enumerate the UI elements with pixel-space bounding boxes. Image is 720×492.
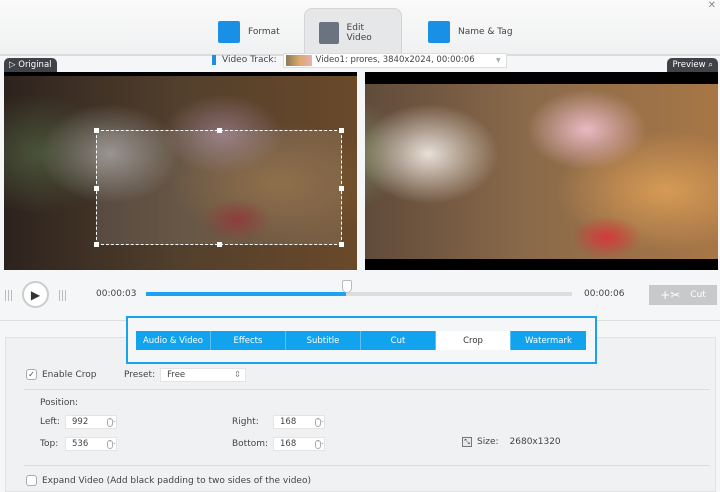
drag-handle-left[interactable] [5,290,14,301]
tab-audio-video[interactable]: Audio & Video [136,331,211,350]
right-input[interactable]: 168 ⌃⌄ [273,415,325,429]
drag-handle-right[interactable] [59,290,68,301]
tab-subtitle[interactable]: Subtitle [286,331,361,350]
enable-crop-checkbox[interactable]: ✓ [26,369,37,380]
format-icon [218,21,240,43]
video-track: Video Track: Video1: prores, 3840x2024, … [212,52,507,68]
expand-video-checkbox[interactable] [26,475,37,486]
left-value: 992 [72,417,89,427]
right-label: Right: [232,417,259,427]
divider [24,389,710,390]
preview-text: Preview [672,60,706,70]
crop-rectangle[interactable] [94,128,344,247]
bottom-value: 168 [280,439,297,449]
timeline-knob[interactable] [342,280,352,293]
edit-video-icon [319,21,339,44]
tab-label: Format [248,27,280,37]
edit-tabs: Audio & Video Effects Subtitle Cut Crop … [136,331,586,350]
preset-select[interactable]: Free ⇕ [160,368,247,382]
track-icon [212,55,216,65]
tab-name-tag[interactable]: Name & Tag [428,8,513,56]
tab-edit-video[interactable]: Edit Video [304,8,402,56]
preset-label: Preset: [124,370,156,380]
enable-crop-label: Enable Crop [42,369,97,380]
scissors-icon: +✂ [660,288,681,302]
tab-crop[interactable]: Crop [436,331,511,350]
name-tag-icon [428,21,450,43]
tab-label: Name & Tag [458,27,513,37]
preview-frame [365,84,718,259]
resize-icon: ⤡ [462,437,472,447]
video-track-select[interactable]: Video1: prores, 3840x2024, 00:00:06 ▼ [282,52,507,68]
tab-cut[interactable]: Cut [361,331,436,350]
tab-label: Edit Video [346,22,372,43]
expand-video-label: Expand Video (Add black padding to two s… [42,475,311,486]
top-input[interactable]: 536 ⌃⌄ [65,437,117,451]
close-icon[interactable]: ✕ [708,0,716,11]
divider [24,465,710,466]
left-input[interactable]: 992 ⌃⌄ [65,415,117,429]
left-label: Left: [40,417,60,427]
preset-value: Free [167,370,186,380]
zoom-icon[interactable]: ⌕ [708,60,713,70]
total-time: 00:00:06 [584,289,625,299]
size-value: 2680x1320 [509,437,561,447]
current-time: 00:00:03 [96,289,137,299]
track-label: Video Track: [222,55,277,65]
track-value: Video1: prores, 3840x2024, 00:00:06 [315,55,475,65]
top-label: Top: [40,439,59,449]
chevron-down-icon: ▼ [496,56,501,64]
spinner-icon[interactable]: ⌃⌄ [107,418,116,427]
track-thumbnail [285,54,312,66]
tab-format[interactable]: Format [218,8,280,56]
bottom-label: Bottom: [232,439,269,449]
size-label: Size: [477,437,499,447]
right-value: 168 [280,417,297,427]
cut-label: Cut [690,290,706,300]
original-label: ▷ Original [4,58,57,72]
original-text: Original [18,60,52,70]
preview-video [365,72,718,270]
position-label: Position: [40,398,79,408]
spinner-icon[interactable]: ⌃⌄ [107,440,116,449]
timeline-progress [146,292,347,296]
chevron-updown-icon: ⇕ [233,370,242,380]
bottom-input[interactable]: 168 ⌃⌄ [273,437,325,451]
tab-watermark[interactable]: Watermark [511,331,586,350]
play-button[interactable]: ▶ [22,281,49,308]
cut-button[interactable]: +✂ Cut [649,285,717,305]
spinner-icon[interactable]: ⌃⌄ [315,418,324,427]
timeline-slider[interactable] [146,292,572,296]
preview-label[interactable]: Preview ⌕ [667,58,718,72]
tab-effects[interactable]: Effects [211,331,286,350]
top-value: 536 [72,439,89,449]
spinner-icon[interactable]: ⌃⌄ [315,440,324,449]
